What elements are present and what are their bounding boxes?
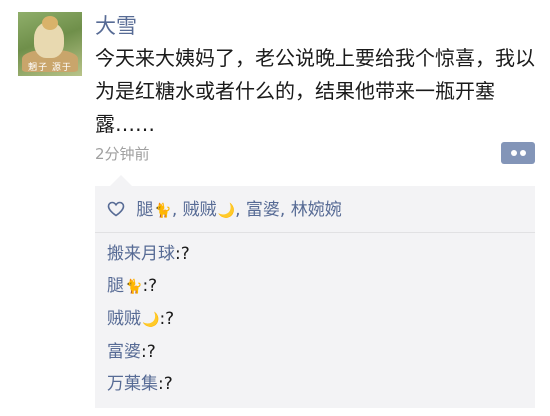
comment-author-emoji: 🌙: [142, 312, 160, 328]
like-separator: ,: [235, 200, 246, 220]
comment-author[interactable]: 富婆: [107, 342, 141, 362]
dot-icon: [511, 150, 517, 156]
dot-icon: [520, 150, 526, 156]
comment-row[interactable]: 万菓集:?: [107, 368, 190, 400]
comment-text: ?: [146, 342, 156, 362]
author-avatar[interactable]: 魍子 源于: [18, 12, 82, 76]
comment-text: ?: [163, 374, 173, 394]
comment-author[interactable]: 搬来月球: [107, 244, 175, 264]
like-separator: ,: [279, 200, 291, 220]
heart-outline-icon: [107, 200, 130, 220]
comment-author[interactable]: 万菓集: [107, 374, 158, 394]
like-user-name[interactable]: 贼贼: [183, 200, 217, 220]
comment-row[interactable]: 富婆:?: [107, 336, 190, 368]
post-time: 2分钟前: [95, 145, 150, 163]
more-actions-button[interactable]: [501, 142, 535, 164]
avatar-caption: 魍子 源于: [28, 63, 72, 73]
comment-row[interactable]: 贼贼🌙:?: [107, 303, 190, 336]
divider: [95, 232, 535, 233]
comment-author[interactable]: 贼贼: [107, 309, 141, 329]
panel-arrow: [110, 175, 132, 186]
likes-comments-panel: 腿🐈, 贼贼🌙, 富婆, 林婉婉 搬来月球:? 腿🐈:? 贼贼🌙:? 富婆:? 万菓集:…: [95, 186, 535, 408]
like-user-name[interactable]: 富婆: [246, 200, 280, 220]
like-separator: ,: [171, 200, 183, 220]
comment-author-emoji: 🐈: [125, 279, 143, 295]
comment-author[interactable]: 腿: [107, 276, 124, 296]
like-user-emoji: 🐈: [154, 203, 172, 219]
comment-text: ?: [148, 276, 158, 296]
comment-row[interactable]: 腿🐈:?: [107, 270, 190, 303]
like-user-name[interactable]: 林婉婉: [291, 200, 342, 220]
likes-row: 腿🐈, 贼贼🌙, 富婆, 林婉婉: [107, 198, 342, 223]
comments-list: 搬来月球:? 腿🐈:? 贼贼🌙:? 富婆:? 万菓集:?: [107, 238, 190, 400]
like-user-emoji: 🌙: [217, 203, 236, 219]
author-name[interactable]: 大雪: [95, 10, 137, 40]
comment-text: ?: [180, 244, 190, 264]
likes-list: 腿🐈, 贼贼🌙, 富婆, 林婉婉: [136, 200, 341, 220]
post-text: 今天来大姨妈了，老公说晚上要给我个惊喜，我以为是红糖水或者什么的，结果他带来一瓶…: [95, 46, 535, 136]
comment-row[interactable]: 搬来月球:?: [107, 238, 190, 270]
comment-text: ?: [165, 309, 175, 329]
like-user-name[interactable]: 腿: [136, 200, 153, 220]
